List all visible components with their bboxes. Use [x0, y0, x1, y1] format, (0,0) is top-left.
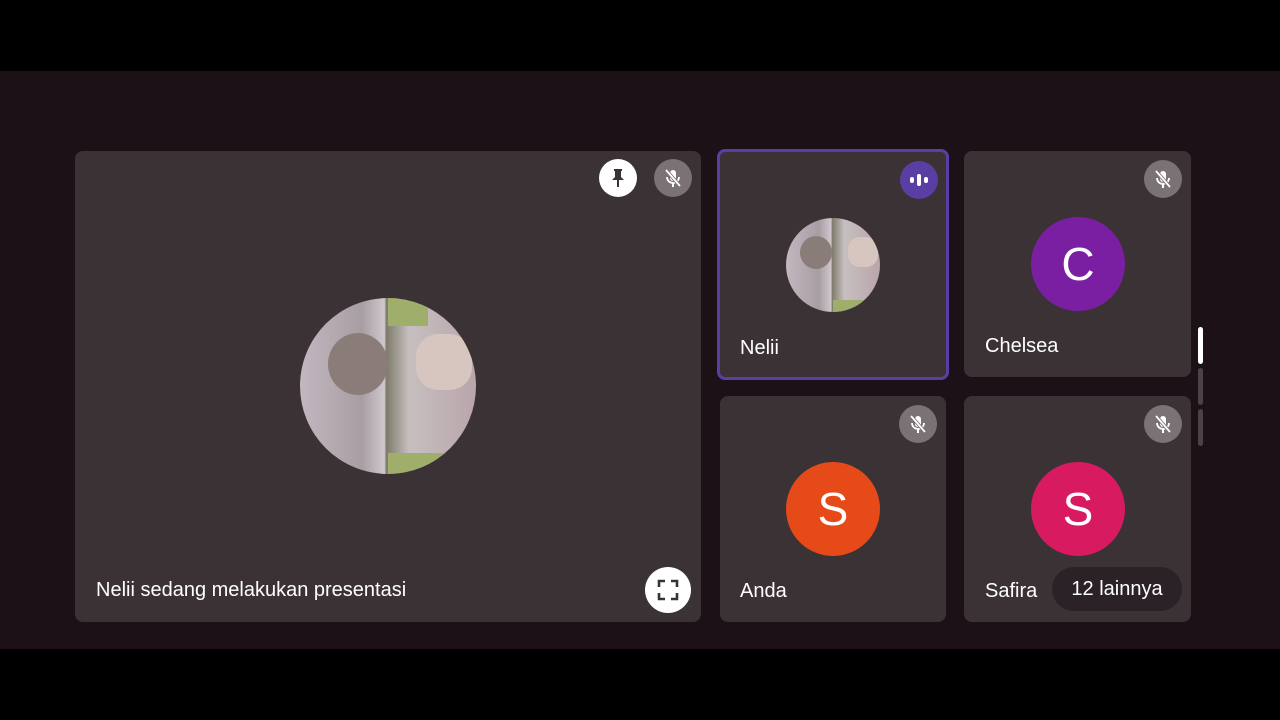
participant-name: Chelsea [985, 335, 1059, 357]
scrollbar-track [1198, 368, 1203, 405]
mic-off-icon [664, 168, 682, 188]
mic-off-button[interactable] [1144, 160, 1182, 198]
avatar-initial: C [1061, 238, 1095, 290]
participant-avatar: S [1031, 462, 1125, 556]
participant-avatar [786, 218, 880, 312]
fullscreen-button[interactable] [645, 567, 691, 613]
participant-tile-chelsea[interactable]: C Chelsea [964, 151, 1191, 377]
mic-off-button[interactable] [654, 159, 692, 197]
participant-avatar: C [1031, 217, 1125, 311]
participant-name: Safira [985, 580, 1038, 602]
participant-name: Nelii [740, 337, 779, 359]
avatar-initial: S [817, 483, 849, 535]
more-participants-button[interactable]: 12 lainnya [1052, 567, 1182, 611]
mic-off-button[interactable] [899, 405, 937, 443]
mic-off-icon [1154, 169, 1172, 189]
participant-avatar: S [786, 462, 880, 556]
mic-off-button[interactable] [1144, 405, 1182, 443]
pin-button[interactable] [599, 159, 637, 197]
avatar-initial: S [1062, 483, 1094, 535]
presentation-caption: Nelii sedang melakukan presentasi [96, 579, 407, 601]
presentation-tile[interactable]: Nelii sedang melakukan presentasi [75, 151, 701, 622]
mic-off-icon [1154, 414, 1172, 434]
audio-bars-icon [910, 174, 928, 186]
presenter-avatar [300, 298, 476, 474]
fullscreen-icon [657, 579, 679, 601]
scrollbar-track [1198, 409, 1203, 446]
mic-off-icon [909, 414, 927, 434]
participant-tile-nelii[interactable]: Nelii [717, 149, 949, 380]
participant-name: Anda [740, 580, 787, 602]
speaking-indicator [900, 161, 938, 199]
pin-icon [612, 169, 624, 187]
participant-tile-anda[interactable]: S Anda [720, 396, 946, 622]
scrollbar-thumb[interactable] [1198, 327, 1203, 364]
